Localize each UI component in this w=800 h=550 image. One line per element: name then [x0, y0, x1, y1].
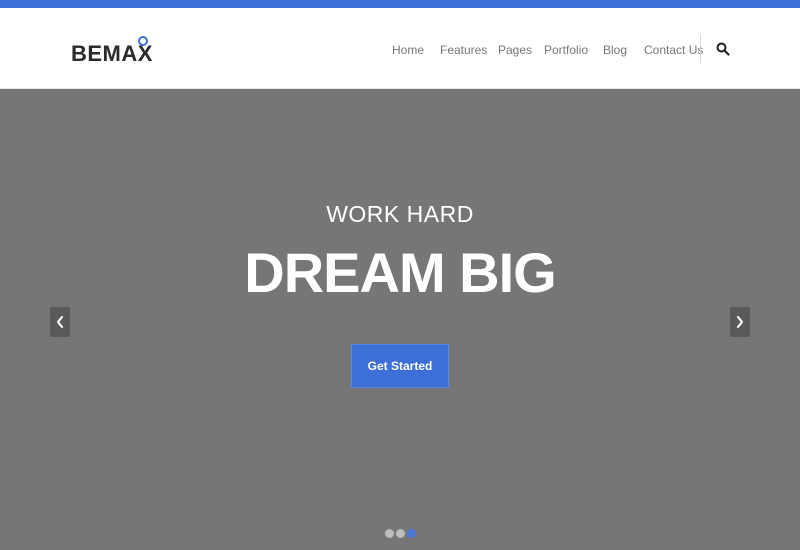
- nav-item-home[interactable]: Home: [392, 41, 424, 59]
- hero-slider: WORK HARD DREAM BIG Get Started: [0, 89, 800, 550]
- main-nav: Home Features Pages Portfolio Blog Conta…: [0, 41, 800, 59]
- slider-next-button[interactable]: [730, 307, 750, 337]
- slider-dot-3-active[interactable]: [407, 529, 416, 538]
- slider-pagination: [385, 529, 421, 541]
- top-accent-bar: [0, 0, 800, 8]
- nav-item-pages[interactable]: Pages: [498, 41, 532, 59]
- hero-subtitle: WORK HARD: [326, 201, 474, 227]
- site-header: BEMAX Home Features Pages Portfolio Blog…: [0, 8, 800, 89]
- nav-item-portfolio[interactable]: Portfolio: [544, 41, 588, 59]
- nav-item-contact-us[interactable]: Contact Us: [644, 41, 703, 59]
- get-started-button[interactable]: Get Started: [351, 344, 449, 388]
- nav-divider: [700, 35, 701, 63]
- chevron-right-icon: [736, 315, 744, 329]
- hero-title: DREAM BIG: [244, 241, 556, 304]
- search-icon[interactable]: [716, 42, 730, 56]
- nav-item-blog[interactable]: Blog: [603, 41, 627, 59]
- slider-dot-1[interactable]: [385, 529, 394, 538]
- slider-dot-2[interactable]: [396, 529, 405, 538]
- chevron-left-icon: [56, 315, 64, 329]
- nav-item-features[interactable]: Features: [440, 41, 487, 59]
- slider-prev-button[interactable]: [50, 307, 70, 337]
